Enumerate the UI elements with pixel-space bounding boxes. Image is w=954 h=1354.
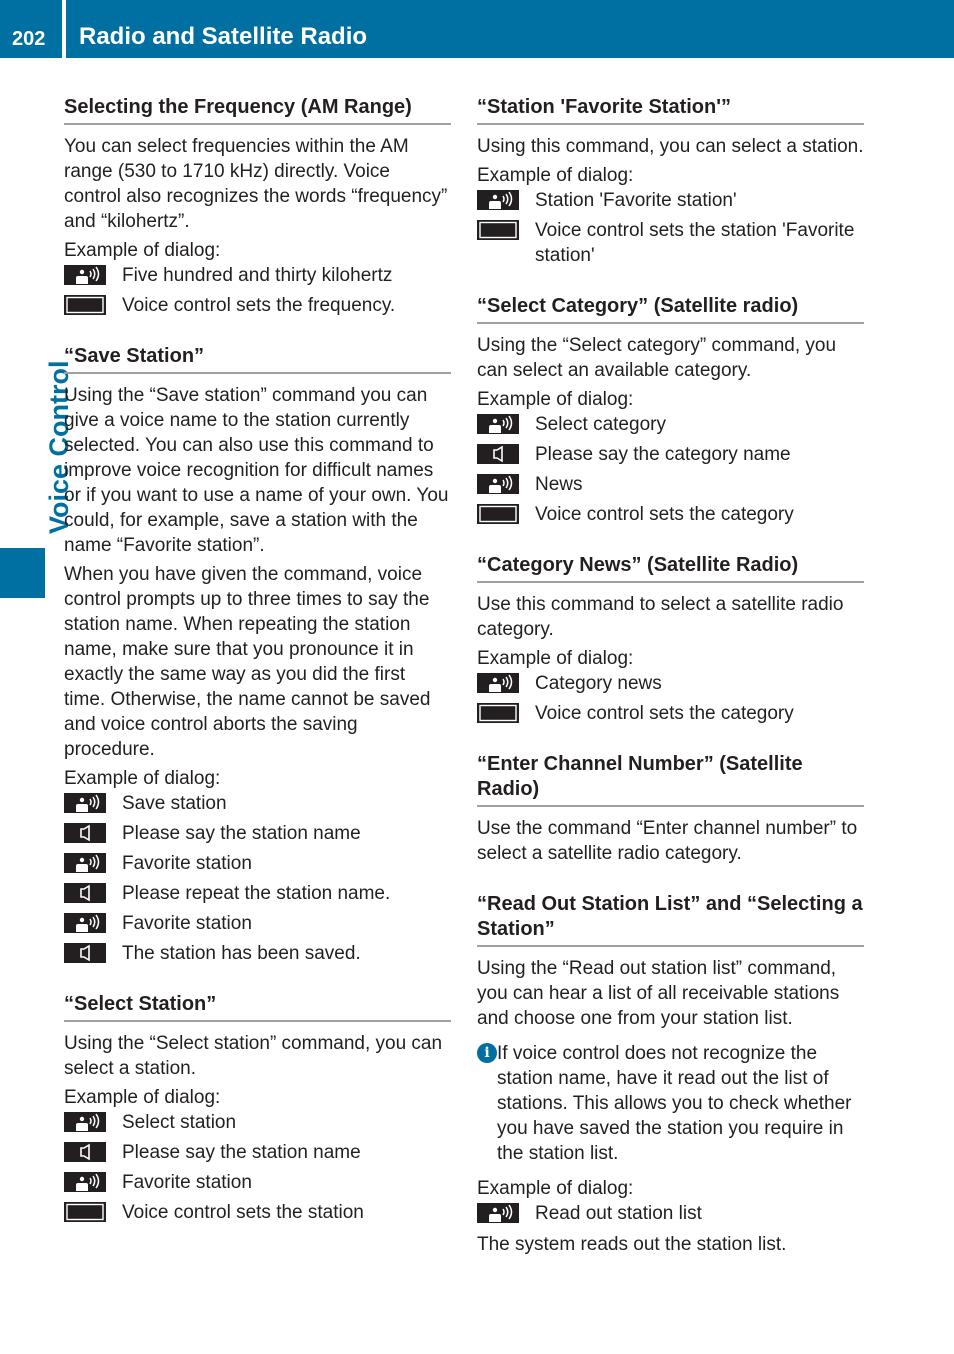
voice-command-icon [64, 1172, 106, 1192]
dialog-line: Save station [64, 791, 451, 816]
dialog-line: News [477, 472, 864, 497]
example-label: Example of dialog: [477, 648, 634, 669]
section-body: Using the “Select station” command, you … [64, 1033, 443, 1079]
speaker-prompt-icon [64, 943, 106, 963]
page-number: 202 [12, 28, 46, 50]
dialog-line: Station 'Favorite station' [477, 188, 864, 213]
speaker-prompt-icon [64, 1142, 106, 1162]
section-heading: “Read Out Station List” and “Selecting a… [477, 892, 864, 947]
section-read-out-list: “Read Out Station List” and “Selecting a… [477, 892, 864, 1257]
speaker-prompt-icon [477, 444, 519, 464]
dialog-line: Voice control sets the category [477, 502, 864, 527]
dialog-line: Favorite station [64, 851, 451, 876]
section-heading: “Enter Channel Number” (Satellite Radio) [477, 752, 864, 807]
example-label: Example of dialog: [477, 1178, 634, 1199]
info-icon: i [477, 1043, 497, 1063]
display-result-icon [64, 1202, 106, 1222]
dialog-line: Please say the category name [477, 442, 864, 467]
display-result-icon [477, 220, 519, 240]
display-result-icon [477, 703, 519, 723]
dialog-line: Please say the station name [64, 821, 451, 846]
info-note: i If voice control does not recognize th… [477, 1041, 864, 1166]
section-am-frequency: Selecting the Frequency (AM Range) You c… [64, 95, 451, 318]
page-header: 202 Radio and Satellite Radio [0, 0, 954, 58]
dialog-line: Please repeat the station name. [64, 881, 451, 906]
section-heading: “Select Station” [64, 992, 451, 1022]
dialog-line: Voice control sets the frequency. [64, 293, 451, 318]
section-body: Using this command, you can select a sta… [477, 136, 864, 157]
section-enter-channel: “Enter Channel Number” (Satellite Radio)… [477, 752, 864, 866]
voice-command-icon [477, 1203, 519, 1223]
voice-command-icon [64, 913, 106, 933]
dialog-line: Voice control sets the station [64, 1200, 451, 1225]
example-label: Example of dialog: [64, 1087, 221, 1108]
voice-command-icon [64, 265, 106, 285]
section-body: Use the command “Enter channel number” t… [477, 818, 858, 864]
dialog-line: Select category [477, 412, 864, 437]
section-heading: “Category News” (Satellite Radio) [477, 553, 864, 583]
section-save-station: “Save Station” Using the “Save station” … [64, 344, 451, 966]
voice-command-icon [64, 793, 106, 813]
voice-command-icon [64, 853, 106, 873]
section-station-favorite: “Station 'Favorite Station'” Using this … [477, 95, 864, 268]
section-body: Using the “Read out station list” comman… [477, 958, 840, 1029]
dialog-line: The station has been saved. [64, 941, 451, 966]
speaker-prompt-icon [64, 883, 106, 903]
section-select-station: “Select Station” Using the “Select stati… [64, 992, 451, 1225]
section-body: You can select frequencies within the AM… [64, 136, 448, 232]
example-label: Example of dialog: [477, 389, 634, 410]
section-body: Use this command to select a satellite r… [477, 594, 844, 640]
example-label: Example of dialog: [477, 165, 634, 186]
speaker-prompt-icon [64, 823, 106, 843]
voice-command-icon [477, 190, 519, 210]
voice-command-icon [477, 414, 519, 434]
section-category-news: “Category News” (Satellite Radio) Use th… [477, 553, 864, 726]
dialog-line: Select station [64, 1110, 451, 1135]
voice-command-icon [477, 474, 519, 494]
display-result-icon [64, 295, 106, 315]
section-heading: “Save Station” [64, 344, 451, 374]
dialog-line: Favorite station [64, 911, 451, 936]
example-label: Example of dialog: [64, 768, 221, 789]
voice-command-icon [477, 673, 519, 693]
left-column: Selecting the Frequency (AM Range) You c… [64, 95, 451, 1251]
section-body: Using the “Save station” command you can… [64, 385, 449, 556]
dialog-line: Read out station list [477, 1201, 864, 1226]
section-heading: “Station 'Favorite Station'” [477, 95, 864, 125]
side-tab-marker [0, 548, 45, 598]
page-title: Radio and Satellite Radio [79, 23, 368, 50]
section-body: When you have given the command, voice c… [64, 564, 431, 760]
header-divider [62, 0, 66, 58]
dialog-line: Voice control sets the station 'Favorite… [477, 218, 864, 268]
info-note-text: If voice control does not recognize the … [497, 1043, 852, 1164]
section-select-category: “Select Category” (Satellite radio) Usin… [477, 294, 864, 527]
dialog-line: Voice control sets the category [477, 701, 864, 726]
closing-text: The system reads out the station list. [477, 1234, 787, 1255]
example-label: Example of dialog: [64, 240, 221, 261]
section-heading: Selecting the Frequency (AM Range) [64, 95, 451, 125]
right-column: “Station 'Favorite Station'” Using this … [477, 95, 864, 1283]
section-heading: “Select Category” (Satellite radio) [477, 294, 864, 324]
display-result-icon [477, 504, 519, 524]
dialog-line: Please say the station name [64, 1140, 451, 1165]
dialog-line: Category news [477, 671, 864, 696]
section-body: Using the “Select category” command, you… [477, 335, 837, 381]
dialog-line: Five hundred and thirty kilohertz [64, 263, 451, 288]
dialog-line: Favorite station [64, 1170, 451, 1195]
voice-command-icon [64, 1112, 106, 1132]
